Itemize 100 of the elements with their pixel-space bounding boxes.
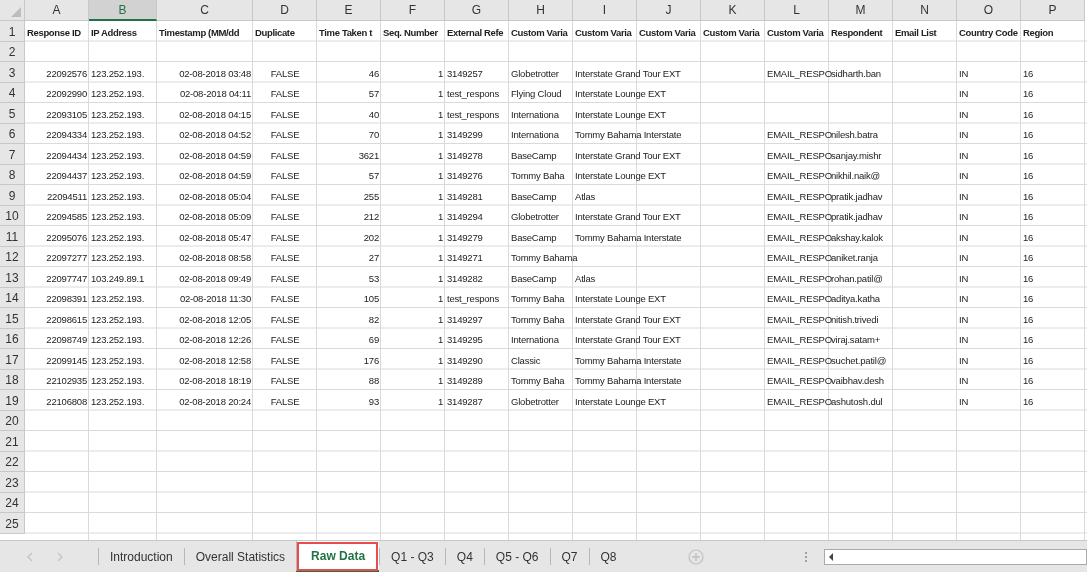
table-cell: 22099145 [46, 354, 87, 366]
row-header[interactable]: 11 [0, 226, 25, 247]
table-cell: nitish.trivedi [831, 313, 879, 325]
row-header[interactable]: 12 [0, 246, 25, 267]
table-cell: 123.252.193. [91, 149, 145, 161]
column-header[interactable]: O [957, 0, 1021, 21]
column-header[interactable]: D [253, 0, 317, 21]
table-cell: IN [959, 149, 969, 161]
previous-sheet-icon[interactable] [26, 551, 34, 562]
row-header[interactable]: 5 [0, 103, 25, 124]
sheet-tab[interactable]: Q7 [549, 548, 589, 565]
sheet-tab[interactable]: Raw Data [296, 541, 380, 572]
table-cell: Tommy Baha [511, 293, 565, 304]
table-cell: suchet.patil@ [831, 354, 887, 366]
row-header[interactable]: 25 [0, 513, 25, 534]
table-cell: 02-08-2018 04:11 [179, 88, 251, 99]
column-header[interactable]: L [765, 0, 829, 21]
row-header[interactable]: 13 [0, 267, 25, 288]
table-cell: 3149279 [447, 231, 483, 243]
table-cell: 22092576 [46, 67, 87, 79]
column-header[interactable]: C [157, 0, 253, 21]
column-header[interactable]: M [829, 0, 893, 21]
row-header[interactable]: 4 [0, 82, 25, 103]
table-cell: EMAIL_RESPO [767, 293, 832, 304]
sheet-tab[interactable]: Q8 [588, 548, 628, 565]
table-cell: 3149299 [447, 129, 483, 140]
table-cell: 16 [1023, 190, 1034, 202]
table-cell: 16 [1023, 272, 1034, 284]
table-cell: 82 [368, 313, 379, 325]
table-cell: Tommy Bahama Interstate [575, 354, 682, 366]
sheet-tab[interactable]: Q4 [444, 548, 484, 565]
table-cell: Interstate Lounge EXT [575, 293, 666, 304]
table-cell: FALSE [270, 129, 300, 140]
column-header[interactable]: J [637, 0, 701, 21]
row-header[interactable]: 19 [0, 390, 25, 411]
table-cell: 22094585 [46, 211, 87, 222]
table-cell: 40 [368, 108, 379, 120]
column-header[interactable]: N [893, 0, 957, 21]
table-cell: rohan.patil@ [831, 272, 883, 284]
sheet-tab[interactable]: Introduction [98, 548, 184, 565]
row-header[interactable]: 21 [0, 431, 25, 452]
column-header[interactable]: F [381, 0, 445, 21]
column-header[interactable]: I [573, 0, 637, 21]
column-header[interactable]: G [445, 0, 509, 21]
row-header[interactable]: 16 [0, 328, 25, 349]
row-header[interactable]: 1 [0, 21, 25, 42]
table-cell: Tommy Baha [511, 170, 565, 181]
table-cell: EMAIL_RESPO [767, 272, 832, 284]
select-all-button[interactable] [0, 0, 25, 21]
row-header[interactable]: 10 [0, 205, 25, 226]
column-header[interactable]: A [25, 0, 89, 21]
row-header[interactable]: 23 [0, 472, 25, 493]
column-header[interactable]: E [317, 0, 381, 21]
more-options-icon[interactable] [803, 550, 808, 563]
row-header[interactable]: 18 [0, 369, 25, 390]
table-cell: 1 [437, 149, 443, 161]
row-header[interactable]: 20 [0, 410, 25, 431]
table-cell: EMAIL_RESPO [767, 149, 832, 161]
table-cell: 1 [437, 354, 443, 366]
table-cell: 1 [437, 108, 443, 120]
table-cell: 57 [368, 170, 379, 181]
column-header[interactable]: K [701, 0, 765, 21]
column-header[interactable]: H [509, 0, 573, 21]
table-cell: EMAIL_RESPO [767, 354, 832, 366]
horizontal-scrollbar[interactable] [823, 548, 1087, 565]
table-cell: Atlas [575, 190, 596, 202]
sheet-tab[interactable]: Q5 - Q6 [483, 548, 550, 565]
scroll-left-icon[interactable] [827, 551, 834, 562]
table-cell: 1 [437, 375, 443, 386]
table-cell: 02-08-2018 04:52 [179, 129, 251, 140]
table-cell: 69 [368, 334, 379, 345]
add-sheet-icon[interactable] [687, 548, 704, 565]
table-cell: 02-08-2018 20:24 [179, 395, 251, 407]
next-sheet-icon[interactable] [56, 551, 64, 562]
row-header[interactable]: 7 [0, 144, 25, 165]
header-cell: Country Code [959, 26, 1018, 38]
sheet-tab[interactable]: Q1 - Q3 [379, 548, 445, 565]
row-header[interactable]: 6 [0, 123, 25, 144]
row-header[interactable]: 3 [0, 62, 25, 83]
table-cell: Interstate Lounge EXT [575, 108, 666, 120]
table-cell: 1 [437, 293, 443, 304]
header-cell: Respondent [831, 26, 883, 38]
column-header[interactable]: B [89, 0, 157, 21]
column-header[interactable]: P [1021, 0, 1085, 21]
table-cell: 16 [1023, 129, 1034, 140]
table-cell: EMAIL_RESPO [767, 231, 832, 243]
table-cell: BaseCamp [511, 190, 557, 202]
table-cell: IN [959, 354, 969, 366]
row-header[interactable]: 17 [0, 349, 25, 370]
row-header[interactable]: 9 [0, 185, 25, 206]
table-cell: 22097277 [46, 252, 87, 263]
row-header[interactable]: 24 [0, 492, 25, 513]
table-cell: sidharth.ban [831, 67, 881, 79]
header-cell: Custom Varia [703, 26, 760, 38]
row-header[interactable]: 15 [0, 308, 25, 329]
row-header[interactable]: 14 [0, 287, 25, 308]
row-header[interactable]: 22 [0, 451, 25, 472]
table-cell: 3149281 [447, 190, 483, 202]
row-header[interactable]: 8 [0, 164, 25, 185]
row-header[interactable]: 2 [0, 41, 25, 62]
